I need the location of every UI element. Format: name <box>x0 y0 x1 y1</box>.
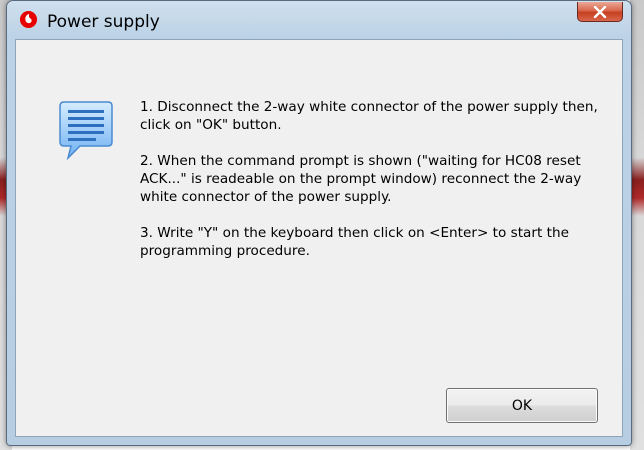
ok-button[interactable]: OK <box>446 388 598 423</box>
close-x-icon <box>593 5 607 18</box>
red-drop-logo-icon <box>19 10 38 29</box>
message-lines-icon <box>59 101 113 161</box>
step-1-text: 1. Disconnect the 2-way white connector … <box>140 99 598 133</box>
dialog-window: Power supply 1. Disconnect the 2-way whi… <box>6 0 632 446</box>
title-bar[interactable]: Power supply <box>7 1 631 39</box>
dialog-content: 1. Disconnect the 2-way white connector … <box>15 39 623 437</box>
window-title: Power supply <box>47 12 160 32</box>
message-text: 1. Disconnect the 2-way white connector … <box>140 98 600 278</box>
step-3-text: 3. Write "Y" on the keyboard then click … <box>140 225 569 259</box>
background-right-edge <box>630 0 644 450</box>
step-2-text: 2. When the command prompt is shown ("wa… <box>140 153 582 205</box>
close-button[interactable] <box>577 2 623 22</box>
